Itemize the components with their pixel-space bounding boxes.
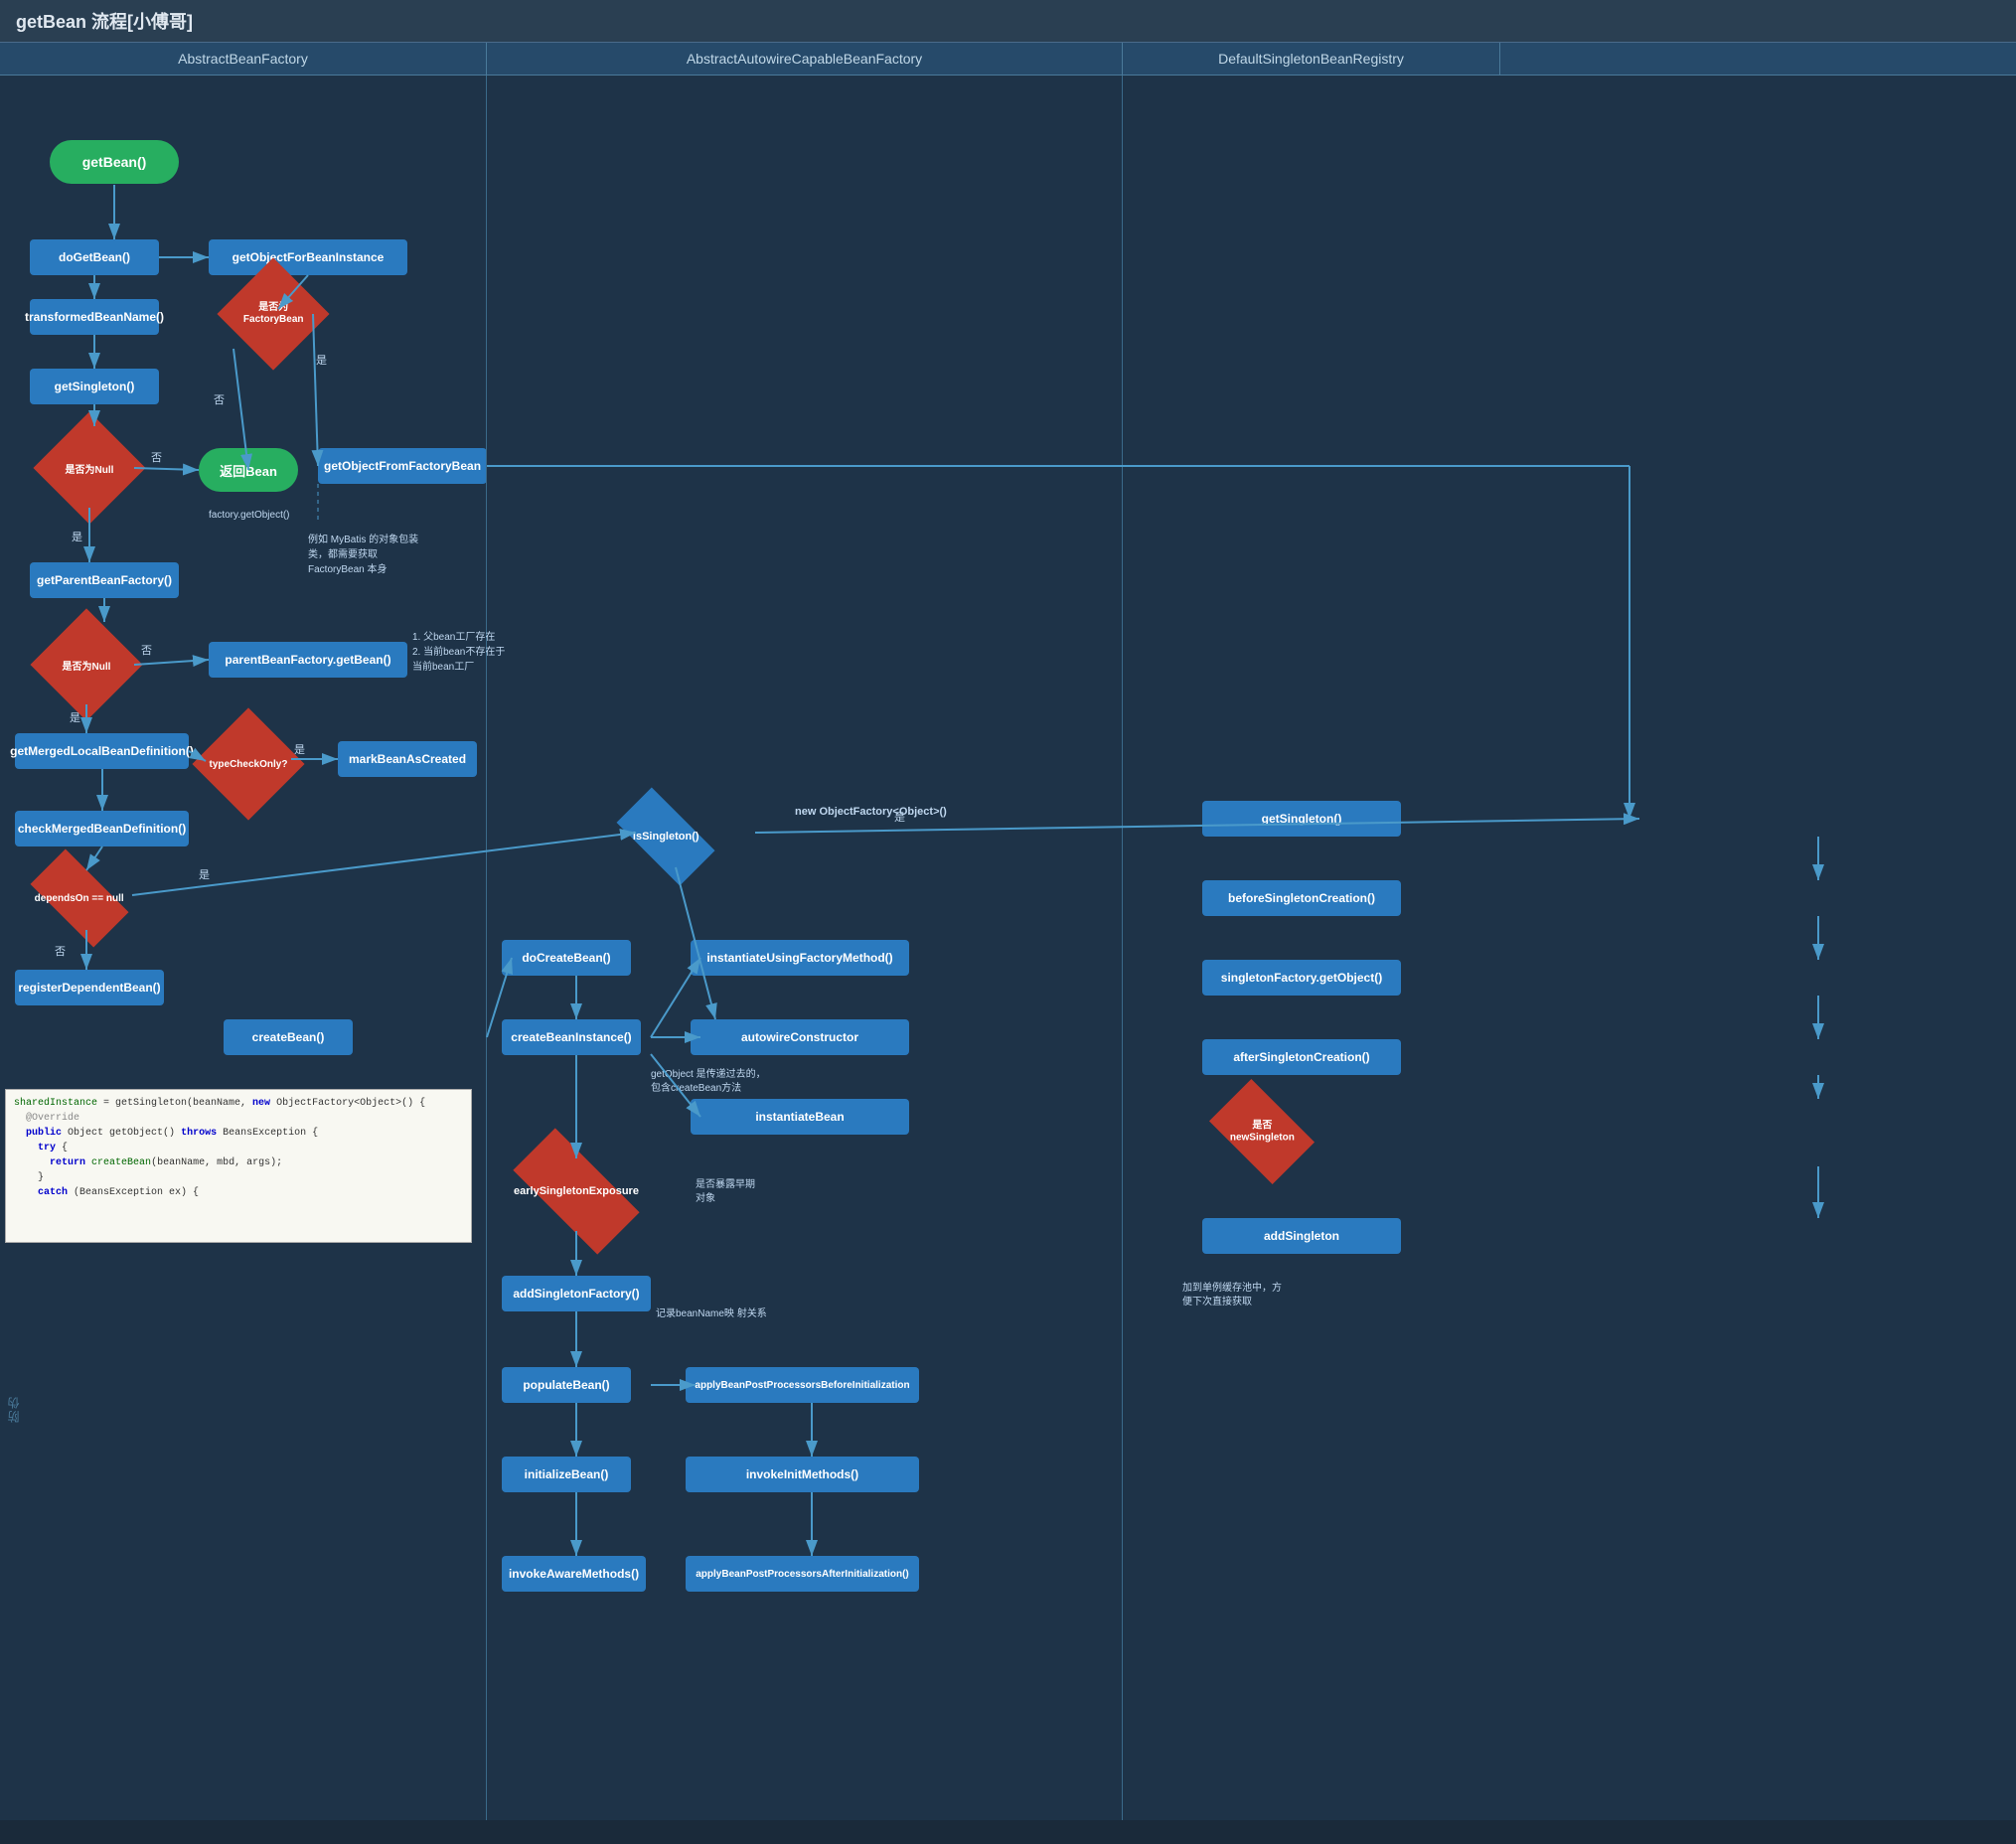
getMergedLocalBeanDefinition-node: getMergedLocalBeanDefinition() bbox=[15, 733, 189, 769]
initializeBean-node: initializeBean() bbox=[502, 1457, 631, 1492]
typeCheckOnly-node: typeCheckOnly? bbox=[204, 719, 293, 809]
createBean-node: createBean() bbox=[224, 1019, 353, 1055]
col-header-abstract-autowire: AbstractAutowireCapableBeanFactory bbox=[487, 43, 1123, 75]
earlySingletonExposure-node: earlySingletonExposure bbox=[512, 1156, 641, 1226]
afterSingletonCreation-node: afterSingletonCreation() bbox=[1202, 1039, 1401, 1075]
code-block: sharedInstance = getSingleton(beanName, … bbox=[5, 1089, 472, 1243]
getSingleton2-node: getSingleton() bbox=[1202, 801, 1401, 837]
col-header-default-singleton: DefaultSingletonBeanRegistry bbox=[1123, 43, 1500, 75]
applyAfter-node: applyBeanPostProcessorsAfterInitializati… bbox=[686, 1556, 919, 1592]
markBeanAsCreated-node: markBeanAsCreated bbox=[338, 741, 477, 777]
isNull1-node: 是否为Null bbox=[45, 423, 134, 513]
col-header-abstract-bean-factory: AbstractBeanFactory bbox=[0, 43, 487, 75]
isFactoryBean-node: 是否为FactoryBean bbox=[229, 269, 318, 359]
diagram-area: getBean() doGetBean() getObjectForBeanIn… bbox=[0, 76, 2016, 1820]
annotation-earlySingleton: 是否暴露早期对象 bbox=[696, 1178, 815, 1206]
doGetBean-node: doGetBean() bbox=[30, 239, 159, 275]
col-abstract-bean-factory: getBean() doGetBean() getObjectForBeanIn… bbox=[0, 76, 487, 1820]
invokeAwareMethods-node: invokeAwareMethods() bbox=[502, 1556, 646, 1592]
createBeanInstance-node: createBeanInstance() bbox=[502, 1019, 641, 1055]
column-headers: AbstractBeanFactory AbstractAutowireCapa… bbox=[0, 43, 2016, 76]
isSingleton-node: isSingleton() bbox=[616, 807, 715, 866]
page-title: getBean 流程[小傅哥] bbox=[0, 0, 2016, 43]
parentBeanFactory-node: parentBeanFactory.getBean() bbox=[209, 642, 407, 678]
returnBean-node: 返回Bean bbox=[199, 448, 298, 492]
transformedBeanName-node: transformedBeanName() bbox=[30, 299, 159, 335]
invokeInitMethods-node: invokeInitMethods() bbox=[686, 1457, 919, 1492]
addSingletonFactory-node: addSingletonFactory() bbox=[502, 1276, 651, 1311]
dependsOn-node: dependsOn == null bbox=[30, 868, 129, 928]
getSingleton1-node: getSingleton() bbox=[30, 369, 159, 404]
annotation-getObject: getObject 是传递过去的，包含createBean方法 bbox=[651, 1054, 790, 1096]
registerDependentBean-node: registerDependentBean() bbox=[15, 970, 164, 1005]
autowireConstructor-node: autowireConstructor bbox=[691, 1019, 909, 1055]
populateBean-node: populateBean() bbox=[502, 1367, 631, 1403]
annotation-completeBean: 完善Bean信息 bbox=[487, 1397, 507, 1460]
instantiateBean-node: instantiateBean bbox=[691, 1099, 909, 1135]
col-abstract-autowire: isSingleton() doCreateBean() createBeanI… bbox=[487, 76, 1123, 1820]
col-default-singleton: getSingleton() beforeSingletonCreation()… bbox=[1123, 76, 1500, 1820]
checkMergedBeanDefinition-node: checkMergedBeanDefinition() bbox=[15, 811, 189, 846]
isNewSingleton-node: 是否newSingleton bbox=[1212, 1097, 1312, 1166]
instantiateUsingFactoryMethod-node: instantiateUsingFactoryMethod() bbox=[691, 940, 909, 976]
addSingleton-node: addSingleton bbox=[1202, 1218, 1401, 1254]
singletonFactoryGetObject-node: singletonFactory.getObject() bbox=[1202, 960, 1401, 996]
getBean-node: getBean() bbox=[50, 140, 179, 184]
main-container: AbstractBeanFactory AbstractAutowireCapa… bbox=[0, 43, 2016, 1820]
watermark: 防伪 bbox=[5, 1395, 22, 1423]
getParentBeanFactory-node: getParentBeanFactory() bbox=[30, 562, 179, 598]
beforeSingletonCreation-node: beforeSingletonCreation() bbox=[1202, 880, 1401, 916]
doCreateBean-node: doCreateBean() bbox=[502, 940, 631, 976]
annotation-singletonPool: 加到单例缓存池中，方便下次直接获取 bbox=[1182, 1268, 1401, 1309]
getObjectFromFactoryBean-node: getObjectFromFactoryBean bbox=[318, 448, 487, 484]
annotation-beanName: 记录beanName映 射关系 bbox=[656, 1307, 795, 1321]
applyBefore-node: applyBeanPostProcessorsBeforeInitializat… bbox=[686, 1367, 919, 1403]
isNull2-node: 是否为Null bbox=[42, 620, 131, 709]
